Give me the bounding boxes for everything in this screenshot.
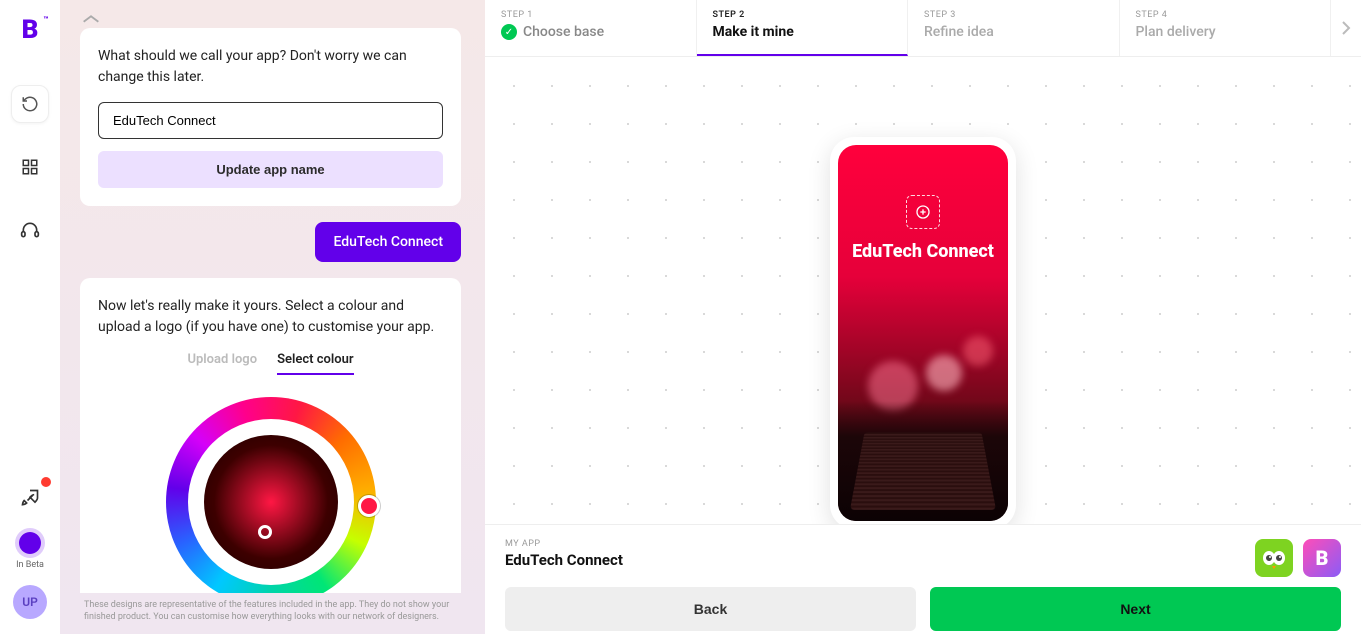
tab-upload-logo[interactable]: Upload logo	[187, 352, 257, 375]
step-4-plan-delivery[interactable]: STEP 4 Plan delivery	[1120, 0, 1332, 56]
phone-app-title: EduTech Connect	[852, 241, 994, 262]
user-avatar[interactable]: UP	[13, 585, 47, 619]
wizard-steps: STEP 1 ✓Choose base STEP 2 Make it mine …	[485, 0, 1361, 57]
duolingo-template-icon[interactable]	[1255, 539, 1293, 577]
app-name-prompt-card: What should we call your app? Don't worr…	[80, 28, 461, 206]
book-image	[838, 401, 1008, 521]
check-icon: ✓	[501, 24, 517, 40]
step-2-make-it-mine[interactable]: STEP 2 Make it mine	[697, 0, 909, 56]
color-wheel-picker[interactable]	[166, 397, 376, 593]
app-name-input[interactable]	[98, 102, 443, 139]
support-headset-icon[interactable]	[11, 211, 49, 249]
preview-canvas[interactable]: EduTech Connect	[485, 57, 1361, 524]
customise-text: Now let's really make it yours. Select a…	[98, 296, 443, 338]
steps-next-arrow[interactable]	[1331, 0, 1361, 56]
design-disclaimer: These designs are representative of the …	[80, 593, 473, 624]
chat-scroll[interactable]: What should we call your app? Don't worr…	[80, 28, 473, 593]
undo-button[interactable]	[11, 85, 49, 123]
main-area: STEP 1 ✓Choose base STEP 2 Make it mine …	[485, 0, 1361, 634]
phone-screen: EduTech Connect	[838, 145, 1008, 521]
brand-logo[interactable]: B	[22, 15, 39, 45]
step-1-choose-base[interactable]: STEP 1 ✓Choose base	[485, 0, 697, 56]
phone-preview: EduTech Connect	[830, 137, 1016, 524]
beta-indicator[interactable]: In Beta	[16, 532, 44, 570]
hue-handle[interactable]	[358, 495, 380, 517]
rocket-icon[interactable]	[11, 479, 49, 517]
notification-dot-icon	[41, 477, 51, 487]
add-logo-placeholder[interactable]	[906, 195, 940, 229]
builder-template-icon[interactable]: B	[1303, 539, 1341, 577]
back-button[interactable]: Back	[505, 587, 916, 631]
apps-icon[interactable]	[11, 148, 49, 186]
shade-handle[interactable]	[258, 525, 272, 539]
chat-panel: What should we call your app? Don't worr…	[60, 0, 485, 634]
customise-tabs: Upload logo Select colour	[98, 352, 443, 375]
customise-card: Now let's really make it yours. Select a…	[80, 278, 461, 593]
bottom-bar: MY APP EduTech Connect B Back Next	[485, 524, 1361, 634]
tab-select-colour[interactable]: Select colour	[277, 352, 353, 375]
user-message-bubble: EduTech Connect	[315, 222, 461, 262]
bokeh-light-icon	[963, 336, 993, 366]
update-app-name-button[interactable]: Update app name	[98, 151, 443, 188]
step-3-refine-idea[interactable]: STEP 3 Refine idea	[908, 0, 1120, 56]
left-sidebar: B In Beta UP	[0, 0, 60, 634]
next-button[interactable]: Next	[930, 587, 1341, 631]
my-app-label: MY APP	[505, 539, 623, 549]
prompt-text: What should we call your app? Don't worr…	[98, 46, 443, 88]
app-name-display: EduTech Connect	[505, 551, 623, 569]
bokeh-light-icon	[926, 355, 962, 391]
collapse-panel-button[interactable]	[80, 10, 473, 28]
